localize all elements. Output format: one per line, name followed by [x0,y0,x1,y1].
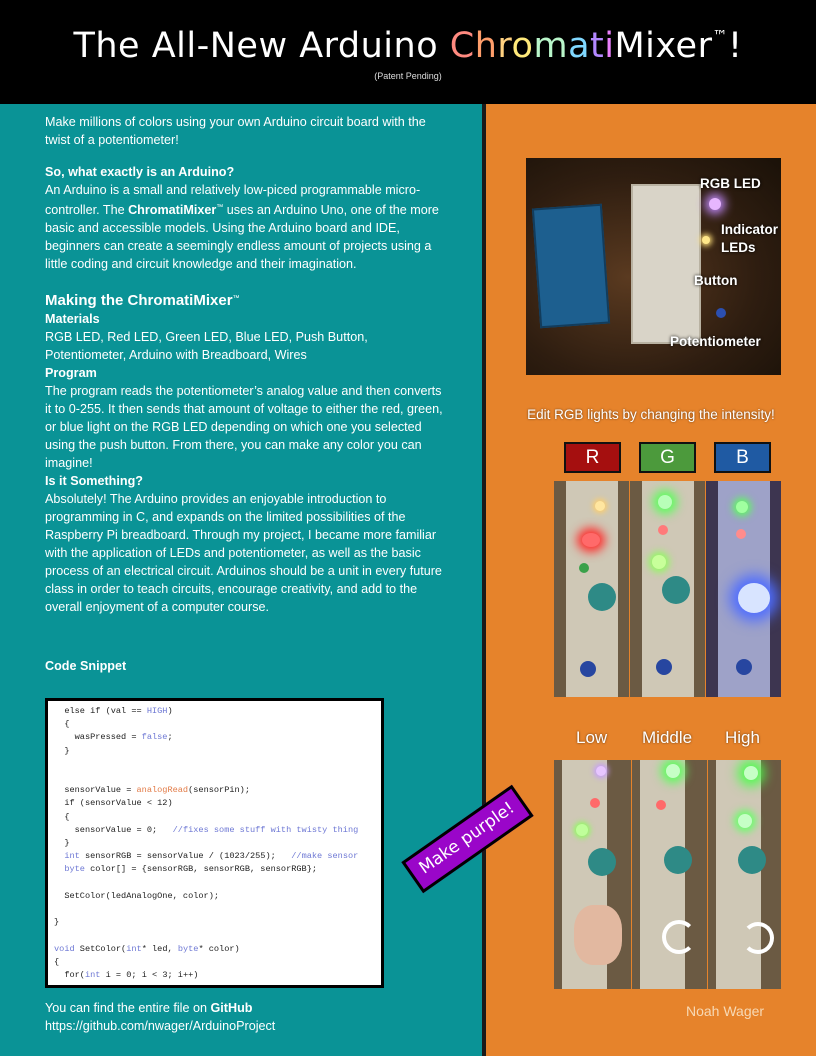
title-rainbow-word: Chromati [450,26,615,66]
github-text: You can find the entire file on [45,1001,211,1015]
red-channel-button[interactable]: R [564,442,621,473]
materials-text: RGB LED, Red LED, Green LED, Blue LED, P… [45,330,368,363]
middle-intensity-photo [632,760,707,989]
code-snippet-box: else if (val == HIGH) { wasPressed = fal… [45,698,384,988]
title-rainbow-letter: C [449,26,475,66]
title-rainbow-letter: m [533,26,569,66]
title-suffix: Mixer [614,26,713,66]
code-line: sensorValue = analogRead(sensorPin); [54,785,250,796]
circuit-photo: RGB LED Indicator LEDs Button Potentiome… [526,158,781,375]
title-exclamation: ! [727,26,743,66]
making-heading: Making the ChromatiMixer [45,292,233,310]
rgb-led-glow [709,198,721,210]
page-title: The All-New Arduino ChromatiMixer™! [0,26,816,66]
title-rainbow-letter: r [497,26,512,66]
code-heading-label: Code Snippet [45,659,127,673]
green-channel-photo [630,481,705,697]
potentiometer-knob [716,308,726,318]
title-rainbow-letter: a [568,26,591,66]
patent-pending-note: (Patent Pending) [374,71,442,81]
edit-rgb-caption: Edit RGB lights by changing the intensit… [527,407,775,422]
level-low-label: Low [576,728,608,747]
code-line: if (sensorValue < 12) [54,798,173,809]
green-channel-button[interactable]: G [639,442,696,473]
program-heading: Program [45,366,97,381]
green-label: G [660,447,675,468]
low-intensity-photo [554,760,631,989]
title-rainbow-letter: t [590,26,605,66]
code-line: { [54,719,70,730]
high-intensity-photo [708,760,781,989]
callout-potentiometer: Potentiometer [670,334,761,349]
code-line: } [54,838,70,849]
github-label: GitHub [210,1001,253,1015]
code-line: sensorValue = 0; //fixes some stuff with… [54,824,359,835]
github-link[interactable]: https://github.com/nwager/ArduinoProject [45,1019,275,1033]
github-note: You can find the entire file on GitHub h… [45,999,450,1035]
code-line: else if (val == HIGH) [54,706,173,716]
what-heading: So, what exactly is an Arduino? [45,165,235,179]
callout-rgb-led: RGB LED [700,176,761,191]
callout-indicator: Indicator [721,222,779,237]
materials-heading: Materials [45,312,100,327]
code-line: for(int i = 0; i < 3; i++) [54,970,199,981]
something-heading: Is it Something? [45,474,143,489]
level-high-label: High [725,728,760,747]
callout-leds: LEDs [721,240,756,255]
intro-paragraph: Make millions of colors using your own A… [45,115,426,147]
code-line: } [54,745,70,756]
title-rainbow-letter: h [474,26,498,66]
code-line: wasPressed = false; [54,732,173,743]
what-is-arduino-section: So, what exactly is an Arduino? An Ardui… [45,163,450,273]
code-line: { [54,956,60,967]
brand-name: ChromatiMixer [128,203,217,218]
code-line: { [54,811,70,822]
red-label: R [585,447,600,468]
red-channel-photo [554,481,629,697]
indicator-led-glow [702,236,710,244]
blue-channel-photo [706,481,781,697]
code-line: } [54,917,60,928]
code-snippet-heading: Code Snippet [45,657,450,675]
code-snippet: else if (val == HIGH) { wasPressed = fal… [48,701,381,982]
trademark-mark: ™ [712,27,728,45]
title-prefix: The All-New Arduino [73,26,450,66]
author-name: Noah Wager [686,1003,765,1019]
making-section: Making the ChromatiMixer™ Materials RGB … [45,290,450,616]
code-line: void SetColor(int* led, byte* color) [54,943,240,954]
title-rainbow-letter: i [604,26,615,66]
code-line: int sensorRGB = sensorValue / (1023/255)… [54,851,359,862]
code-line: byte color[] = {sensorRGB, sensorRGB, se… [54,864,318,875]
something-text: Absolutely! The Arduino provides an enjo… [45,492,442,615]
level-middle-label: Middle [642,728,693,747]
arduino-board-image [531,203,611,329]
blue-channel-button[interactable]: B [714,442,771,473]
header-bar: The All-New Arduino ChromatiMixer™! (Pat… [0,0,816,104]
making-trademark: ™ [232,295,240,302]
code-line: SetColor(ledAnalogOne, color); [54,890,220,901]
title-rainbow-letter: o [511,26,534,66]
breadboard-image [631,184,701,344]
callout-button: Button [694,273,738,288]
blue-label: B [736,447,749,468]
program-text: The program reads the potentiometer’s an… [45,384,443,471]
